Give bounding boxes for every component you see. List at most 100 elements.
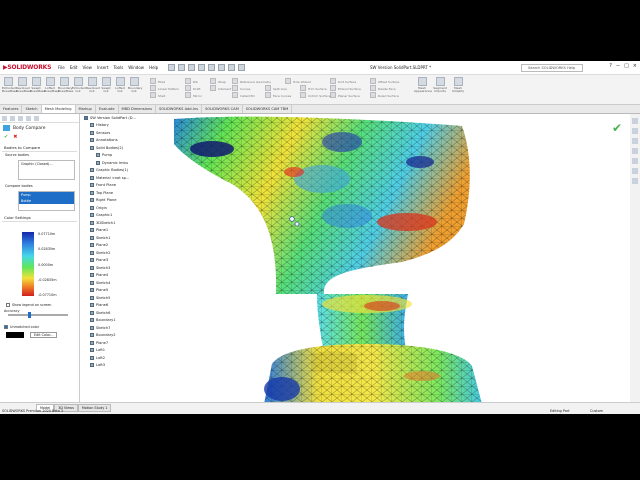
split-line-button[interactable]: Split Line bbox=[265, 85, 287, 91]
fillet-button[interactable]: Fillet bbox=[150, 78, 165, 84]
display-manager-icon[interactable] bbox=[34, 116, 39, 121]
tree-item[interactable]: Graphic Bodies(1) bbox=[82, 167, 172, 175]
linear-pattern-button[interactable]: Linear Pattern bbox=[150, 85, 179, 91]
print-icon[interactable] bbox=[198, 64, 205, 71]
options-icon[interactable] bbox=[238, 64, 245, 71]
menu-edit[interactable]: Edit bbox=[70, 65, 78, 70]
trim-surface-button[interactable]: Trim Surface bbox=[300, 85, 327, 91]
tree-item[interactable]: Boundary2 bbox=[82, 332, 172, 340]
tab-markup[interactable]: Markup bbox=[76, 105, 96, 113]
offset-surface-button[interactable]: Offset Surface bbox=[370, 78, 399, 84]
shell-button[interactable]: Shell bbox=[150, 92, 165, 98]
planar-surface-button[interactable]: Planar Surface bbox=[330, 92, 360, 98]
reference-geometry-button[interactable]: Reference Geometry bbox=[232, 78, 271, 84]
tree-item[interactable]: Boundary1 bbox=[82, 317, 172, 325]
resources-icon[interactable] bbox=[632, 128, 638, 134]
extruded-boss-button[interactable]: Extruded Boss/Base bbox=[2, 77, 17, 94]
new-icon[interactable] bbox=[168, 64, 175, 71]
minimize-button[interactable]: − bbox=[616, 63, 620, 69]
extruded-cut-button[interactable]: Extruded Cut bbox=[72, 77, 86, 94]
delete-face-button[interactable]: Delete Face bbox=[370, 85, 396, 91]
home-icon[interactable] bbox=[632, 118, 638, 124]
tab-mbd-dimensions[interactable]: MBD Dimensions bbox=[119, 105, 156, 113]
tree-item[interactable]: Top Plane bbox=[82, 189, 172, 197]
mesh-simplify-button[interactable]: Mesh Simplify bbox=[450, 77, 466, 94]
tree-item[interactable]: Material <not sp... bbox=[82, 174, 172, 182]
segment-imports-button[interactable]: Segment Imports bbox=[432, 77, 448, 94]
menu-file[interactable]: File bbox=[58, 65, 65, 70]
tree-item[interactable]: 3DSketch1 bbox=[82, 219, 172, 227]
menu-insert[interactable]: Insert bbox=[97, 65, 108, 70]
tree-item[interactable]: Plane2 bbox=[82, 242, 172, 250]
edit-color-button[interactable]: Edit Color... bbox=[30, 332, 58, 338]
tab-evaluate[interactable]: Evaluate bbox=[96, 105, 119, 113]
knit-surface-button[interactable]: Knit Surface bbox=[330, 78, 356, 84]
menu-help[interactable]: Help bbox=[149, 65, 158, 70]
tree-item[interactable]: Sketch3 bbox=[82, 264, 172, 272]
menu-view[interactable]: View bbox=[82, 65, 92, 70]
tree-item[interactable]: SW Version SolidPart (D... bbox=[82, 114, 172, 122]
tree-item[interactable]: Sketch6 bbox=[82, 309, 172, 317]
tree-item[interactable]: History bbox=[82, 122, 172, 130]
boundary-cut-button[interactable]: Boundary Cut bbox=[128, 77, 142, 94]
appearances-icon[interactable] bbox=[632, 168, 638, 174]
tree-item[interactable]: Sketch4 bbox=[82, 279, 172, 287]
show-legend-checkbox[interactable]: Show legend on screen bbox=[6, 303, 51, 307]
tab-solidworks-cam-tbm[interactable]: SOLIDWORKS CAM TBM bbox=[243, 105, 293, 113]
tree-item[interactable]: Solid Bodies(2) bbox=[82, 144, 172, 152]
menu-window[interactable]: Window bbox=[128, 65, 144, 70]
tree-item[interactable]: Graphic1 bbox=[82, 212, 172, 220]
tree-item[interactable]: Dynamic Imbu bbox=[82, 159, 172, 167]
rib-button[interactable]: Rib bbox=[185, 78, 198, 84]
units-selector[interactable]: Custom bbox=[590, 409, 603, 413]
draft-button[interactable]: Draft bbox=[185, 85, 201, 91]
color-settings-section[interactable]: Color Settings bbox=[2, 214, 77, 222]
lofted-boss-button[interactable]: Lofted Boss/Base bbox=[44, 77, 59, 94]
tab-features[interactable]: Features bbox=[0, 105, 23, 113]
compare-bodies-list[interactable]: Pump Bottle bbox=[18, 191, 75, 211]
close-button[interactable]: × bbox=[633, 63, 637, 69]
tab-sketch[interactable]: Sketch bbox=[22, 105, 42, 113]
tree-item[interactable]: Sensors bbox=[82, 129, 172, 137]
tree-item[interactable]: Sketch5 bbox=[82, 294, 172, 302]
tree-item[interactable]: Plane6 bbox=[82, 302, 172, 310]
view-palette-icon[interactable] bbox=[632, 158, 638, 164]
feature-manager-icon[interactable] bbox=[2, 116, 7, 121]
file-explorer-icon[interactable] bbox=[632, 148, 638, 154]
swept-boss-button[interactable]: Swept Boss/Base bbox=[30, 77, 45, 94]
graphics-viewport[interactable] bbox=[172, 114, 630, 402]
maximize-button[interactable]: □ bbox=[624, 63, 629, 69]
list-item[interactable]: Graphic (Closed)... bbox=[19, 161, 74, 167]
custom-properties-icon[interactable] bbox=[632, 178, 638, 184]
tree-item[interactable]: Plane5 bbox=[82, 287, 172, 295]
bodies-to-compare-section[interactable]: Bodies to Compare bbox=[2, 144, 77, 152]
tree-item[interactable]: Loft3 bbox=[82, 362, 172, 370]
color-swatch[interactable] bbox=[6, 332, 24, 338]
boundary-boss-button[interactable]: Boundary Boss/Base bbox=[58, 77, 73, 94]
tree-item[interactable]: Annotations bbox=[82, 137, 172, 145]
revolved-boss-button[interactable]: Revolved Boss/Base bbox=[16, 77, 31, 94]
intersect-button[interactable]: Intersect bbox=[210, 85, 231, 91]
solidworks-logo[interactable]: ▶SOLIDWORKS bbox=[3, 64, 51, 71]
ok-button[interactable]: ✔ bbox=[4, 134, 8, 140]
face-curves-button[interactable]: Face Curves bbox=[265, 92, 291, 98]
tree-item[interactable]: Origin bbox=[82, 204, 172, 212]
tree-item[interactable]: Right Plane bbox=[82, 197, 172, 205]
tab-motion-study[interactable]: Motion Study 1 bbox=[77, 404, 112, 412]
list-item[interactable]: Bottle bbox=[19, 198, 74, 204]
extend-surface-button[interactable]: Extend Surface bbox=[330, 85, 361, 91]
instant3d-button[interactable]: Instant3D bbox=[232, 92, 255, 98]
mesh-appearance-button[interactable]: Mesh Appearance bbox=[414, 77, 432, 94]
curves-button[interactable]: Curves bbox=[232, 85, 250, 91]
configuration-manager-icon[interactable] bbox=[18, 116, 23, 121]
wrap-button[interactable]: Wrap bbox=[210, 78, 226, 84]
cancel-button[interactable]: ✖ bbox=[13, 134, 17, 140]
untrim-surface-button[interactable]: Untrim Surface bbox=[300, 92, 331, 98]
select-icon[interactable] bbox=[218, 64, 225, 71]
tab-solidworks-cam[interactable]: SOLIDWORKS CAM bbox=[202, 105, 243, 113]
search-input[interactable]: Search SOLIDWORKS Help bbox=[521, 64, 583, 72]
tree-item[interactable]: Sketch7 bbox=[82, 324, 172, 332]
confirm-corner-check[interactable]: ✔ bbox=[612, 121, 622, 135]
tab-mesh-modeling[interactable]: Mesh Modeling bbox=[41, 105, 76, 113]
tree-item[interactable]: Front Plane bbox=[82, 182, 172, 190]
